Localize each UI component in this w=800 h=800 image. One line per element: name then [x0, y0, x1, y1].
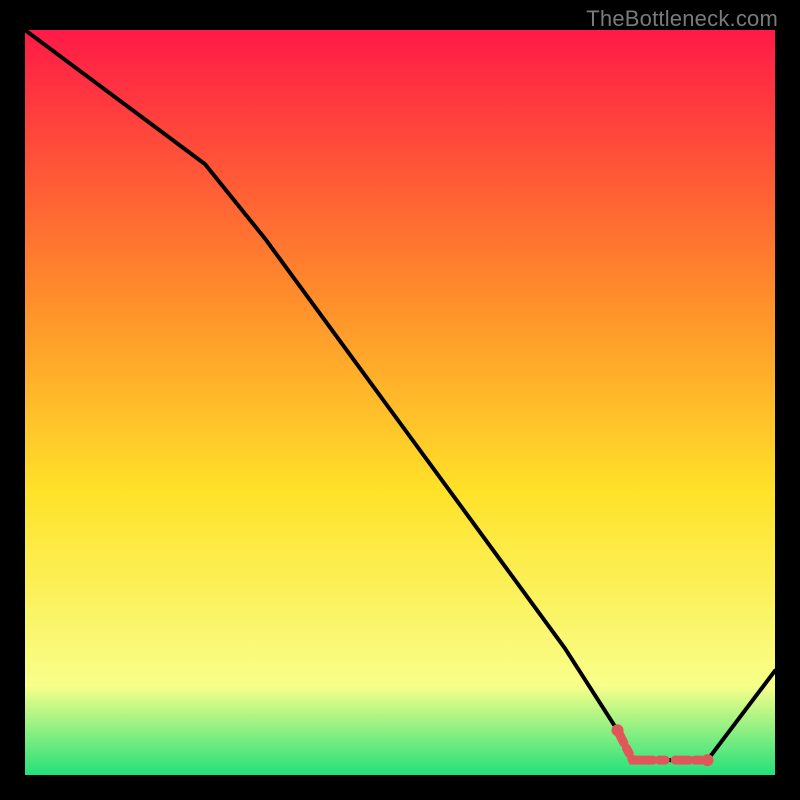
chart-svg: [25, 30, 775, 775]
gradient-background: [25, 30, 775, 775]
chart-plot-area: [25, 30, 775, 775]
flat-marker-endpoint: [702, 754, 714, 766]
flat-marker-endpoint: [612, 724, 624, 736]
attribution-text: TheBottleneck.com: [586, 6, 778, 32]
